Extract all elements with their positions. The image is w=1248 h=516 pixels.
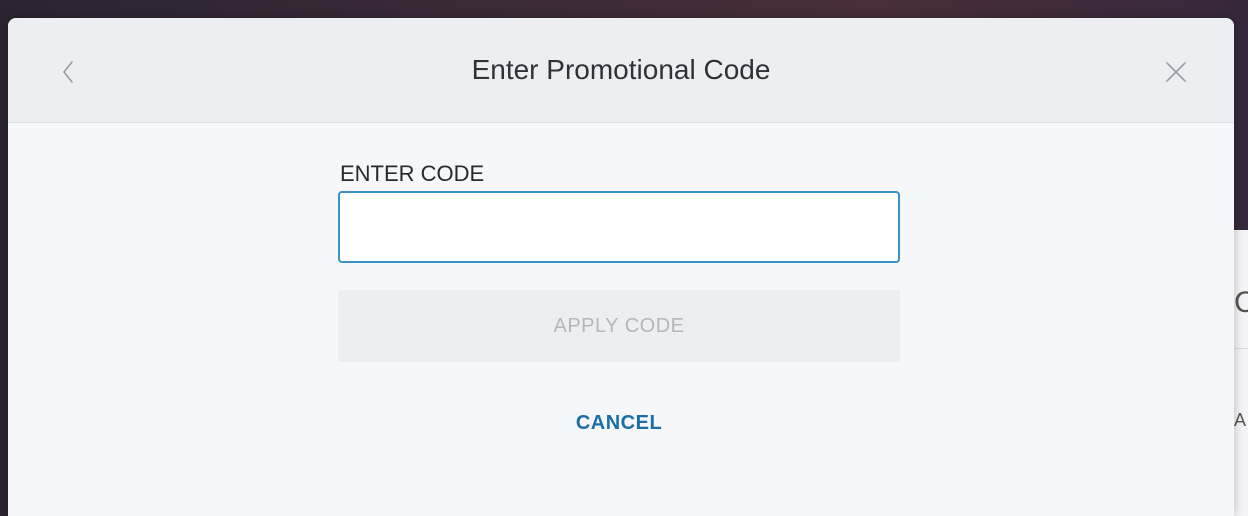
dialog-title: Enter Promotional Code xyxy=(471,54,771,85)
background-text-fragment: A xyxy=(1234,410,1247,430)
apply-code-button[interactable]: APPLY CODE xyxy=(338,290,900,362)
promo-code-dialog: Enter Promotional Code ENTER CODE APPLY … xyxy=(8,18,1234,516)
close-icon xyxy=(1166,62,1186,82)
enter-code-label: ENTER CODE xyxy=(340,161,485,186)
cancel-link[interactable]: CANCEL xyxy=(338,412,900,435)
close-button[interactable] xyxy=(1156,52,1196,92)
promo-code-input[interactable] xyxy=(338,191,900,263)
dialog-header: Enter Promotional Code xyxy=(8,18,1234,123)
background-text-fragment: C xyxy=(1234,286,1248,319)
